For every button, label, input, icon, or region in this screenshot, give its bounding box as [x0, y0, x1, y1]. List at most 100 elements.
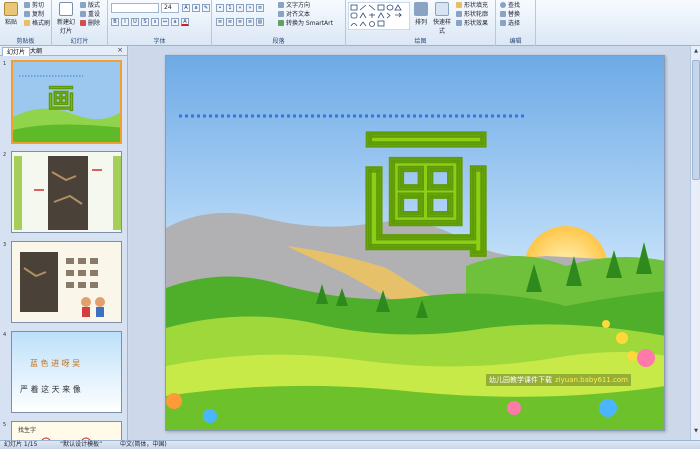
svg-text:画: 画: [47, 82, 75, 115]
italic-icon[interactable]: I: [121, 18, 129, 26]
thumbnail-slide-4[interactable]: 蓝 色 进 呀 吴 严 着 这 天 来 像: [11, 331, 122, 413]
thumbnail-slide-3[interactable]: [11, 241, 122, 323]
justify-icon[interactable]: ≡: [246, 18, 254, 26]
format-painter-button[interactable]: 格式刷: [24, 20, 50, 28]
align-text-icon: [278, 11, 284, 17]
clipboard-group: 粘贴 剪切 复制 格式刷 剪贴板: [0, 0, 52, 46]
arrange-icon: [414, 2, 428, 16]
watermark: 幼儿园教学课件下载 ziyuan.baby611.com: [486, 374, 632, 386]
outline-icon: [456, 11, 462, 17]
new-slide-button[interactable]: 新建幻灯片: [55, 2, 77, 35]
text-direction-button[interactable]: 文字方向: [278, 2, 310, 10]
replace-icon: [500, 11, 506, 17]
shrink-font-icon[interactable]: a: [192, 4, 200, 12]
drawing-group: 排列 快速样式 形状填充 形状轮廓 形状效果 绘图: [346, 0, 496, 46]
font-color-icon[interactable]: A: [181, 18, 189, 26]
select-button[interactable]: 选择: [500, 20, 520, 28]
clear-format-icon[interactable]: ✎: [202, 4, 210, 12]
replace-button[interactable]: 替换: [500, 11, 520, 19]
thumbnail-slide-5[interactable]: 找生字: [11, 421, 122, 440]
find-button[interactable]: 查找: [500, 2, 520, 10]
thumbnail-3-image: [12, 242, 121, 322]
spacing-icon[interactable]: ↔: [161, 18, 169, 26]
align-left-icon[interactable]: ≡: [216, 18, 224, 26]
scroll-down-icon[interactable]: ▼: [692, 428, 700, 436]
watermark-url: ziyuan.baby611.com: [555, 376, 629, 384]
shape-fill-button[interactable]: 形状填充: [456, 2, 488, 10]
cut-button[interactable]: 剪切: [24, 2, 44, 10]
thumbnail-5-decoration: [41, 437, 91, 440]
theme-name: “默认设计模板”: [60, 441, 103, 448]
drawing-label: 绘图: [414, 38, 427, 45]
align-center-icon[interactable]: ≡: [226, 18, 234, 26]
thumbnail-slide-1[interactable]: 画: [11, 60, 122, 144]
text-direction-icon: [278, 2, 284, 8]
shape-outline-button[interactable]: 形状轮廓: [456, 11, 488, 19]
select-icon: [500, 20, 506, 26]
quick-styles-button[interactable]: 快速样式: [431, 2, 453, 35]
scroll-thumb[interactable]: [692, 60, 700, 180]
underline-icon[interactable]: U: [131, 18, 139, 26]
reset-icon: [80, 11, 86, 17]
paste-icon: [4, 2, 18, 16]
thumbnail-number: 3: [3, 242, 7, 248]
thumbnail-number: 5: [3, 422, 7, 428]
slide-title-character[interactable]: 画: [336, 115, 516, 277]
shadow-icon[interactable]: s: [151, 18, 159, 26]
language-indicator[interactable]: 中文(简体，中国): [120, 441, 167, 449]
font-label: 字体: [153, 38, 166, 45]
smartart-button[interactable]: 转换为 SmartArt: [278, 20, 333, 28]
smartart-icon: [278, 20, 284, 26]
shapes-gallery[interactable]: [348, 2, 410, 30]
thumbnail-slide-2[interactable]: [11, 151, 122, 233]
thumbnail-4-row1: 蓝 色 进 呀 吴: [30, 359, 81, 368]
font-style-tools: B I U S s ↔ a A: [111, 18, 189, 27]
font-size-box[interactable]: 24: [161, 3, 179, 13]
reset-button[interactable]: 重设: [80, 11, 100, 19]
arrange-button[interactable]: 排列: [412, 2, 430, 26]
delete-button[interactable]: 删除: [80, 20, 100, 28]
thumbnail-2-image: [12, 152, 121, 232]
copy-icon: [24, 11, 30, 17]
align-tools: ≡ ≡ ≡ ≡ ▥: [216, 18, 264, 27]
find-icon: [500, 2, 506, 8]
slides-group: 新建幻灯片 版式 重设 删除 幻灯片: [52, 0, 108, 46]
align-right-icon[interactable]: ≡: [236, 18, 244, 26]
delete-icon: [80, 20, 86, 26]
watermark-text: 幼儿园教学课件下载: [489, 376, 552, 384]
bullets-icon[interactable]: •: [216, 4, 224, 12]
line-spacing-icon[interactable]: ≡: [256, 4, 264, 12]
new-slide-icon: [59, 2, 73, 16]
increase-indent-icon[interactable]: »: [246, 4, 254, 12]
numbering-icon[interactable]: 1: [226, 4, 234, 12]
quick-styles-icon: [435, 2, 449, 16]
pane-tabs: 幻灯片 大纲 ×: [0, 46, 127, 56]
scissors-icon: [24, 2, 30, 8]
status-bar: 幻灯片 1/15 “默认设计模板” 中文(简体，中国): [0, 440, 700, 449]
editing-group: 查找 替换 选择 编辑: [496, 0, 536, 46]
scroll-up-icon[interactable]: ▲: [692, 48, 700, 56]
list-tools: • 1 « » ≡: [216, 4, 264, 13]
effects-icon: [456, 20, 462, 26]
paragraph-group: • 1 « » ≡ ≡ ≡ ≡ ≡ ▥ 文字方向 对齐文本 转换为 SmartA…: [212, 0, 346, 46]
brush-icon: [24, 20, 30, 26]
vertical-scrollbar[interactable]: ▲ ▼: [690, 46, 700, 440]
font-size-tools: A a ✎: [182, 4, 210, 13]
grow-font-icon[interactable]: A: [182, 4, 190, 12]
layout-button[interactable]: 版式: [80, 2, 100, 10]
decrease-indent-icon[interactable]: «: [236, 4, 244, 12]
align-text-button[interactable]: 对齐文本: [278, 11, 310, 19]
tab-outline[interactable]: 大纲: [26, 47, 46, 56]
bold-icon[interactable]: B: [111, 18, 119, 26]
case-icon[interactable]: a: [171, 18, 179, 26]
clipboard-label: 剪贴板: [16, 38, 35, 45]
shape-effects-button[interactable]: 形状效果: [456, 20, 488, 28]
ribbon: 粘贴 剪切 复制 格式刷 剪贴板 新建幻灯片 版式 重设 删除 幻灯片 24 A…: [0, 0, 700, 46]
strikethrough-icon[interactable]: S: [141, 18, 149, 26]
close-icon[interactable]: ×: [117, 46, 123, 54]
current-slide[interactable]: 画 幼儿园教学课件下载 ziyuan.baby611.com: [165, 55, 665, 431]
font-name-box[interactable]: [111, 3, 159, 13]
copy-button[interactable]: 复制: [24, 11, 44, 19]
columns-icon[interactable]: ▥: [256, 18, 264, 26]
paste-button[interactable]: 粘贴: [2, 2, 20, 26]
